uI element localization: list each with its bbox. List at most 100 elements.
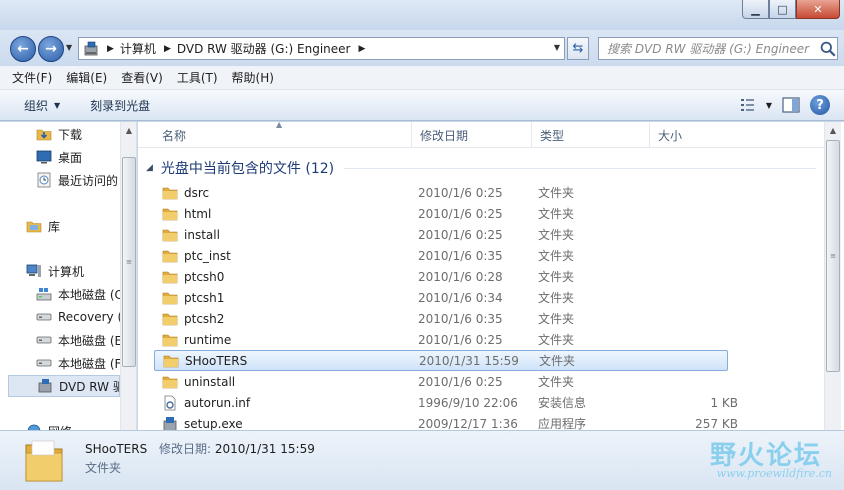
- file-name-cell[interactable]: SHooTERS: [163, 353, 247, 369]
- folder-icon: [162, 187, 178, 199]
- file-name: install: [184, 227, 220, 242]
- table-row[interactable]: ptcsh2 2010/1/6 0:35 文件夹: [154, 308, 728, 329]
- download-folder-icon: [36, 129, 52, 141]
- breadcrumb-dvd-drive[interactable]: DVD RW 驱动器 (G:) Engineer: [177, 40, 351, 57]
- file-name: dsrc: [184, 185, 210, 200]
- view-options-icon[interactable]: [740, 98, 756, 112]
- view-dropdown-icon[interactable]: ▼: [766, 101, 772, 110]
- arrow-right-icon: →: [45, 41, 57, 57]
- help-button[interactable]: ?: [810, 95, 830, 115]
- file-name-cell[interactable]: ptc_inst: [162, 248, 231, 264]
- folder-icon: [25, 440, 63, 482]
- menu-view[interactable]: 查看(V): [121, 69, 163, 86]
- group-title: 光盘中当前包含的文件 (12): [160, 161, 335, 177]
- column-header-name[interactable]: 名称: [154, 122, 412, 148]
- menu-help[interactable]: 帮助(H): [232, 69, 274, 86]
- file-name-cell[interactable]: html: [162, 206, 211, 222]
- file-name-cell[interactable]: autorun.inf: [162, 395, 250, 411]
- file-name-cell[interactable]: uninstall: [162, 374, 235, 390]
- sidebar-item-dvd-drive[interactable]: DVD RW 驱: [8, 375, 120, 397]
- organize-button[interactable]: 组织 ▼: [24, 97, 60, 114]
- column-header-type[interactable]: 类型: [532, 122, 650, 148]
- menu-file[interactable]: 文件(F): [12, 69, 52, 86]
- minimize-button[interactable]: ▁: [742, 0, 769, 19]
- scroll-up-icon[interactable]: ▲: [825, 122, 841, 139]
- file-type: 文件夹: [538, 207, 575, 221]
- file-name-cell[interactable]: dsrc: [162, 185, 209, 201]
- folder-icon: [162, 376, 178, 388]
- hard-drive-icon: [36, 313, 52, 321]
- search-box[interactable]: 搜索 DVD RW 驱动器 (G:) Engineer: [598, 37, 838, 60]
- search-icon[interactable]: [819, 40, 837, 58]
- file-name-cell[interactable]: runtime: [162, 332, 231, 348]
- file-size: 257 KB: [695, 416, 738, 431]
- table-row[interactable]: setup.exe 2009/12/17 1:36 应用程序 257 KB: [154, 413, 738, 431]
- file-name: ptcsh0: [184, 269, 225, 284]
- close-button[interactable]: ✕: [796, 0, 840, 19]
- table-row[interactable]: SHooTERS 2010/1/31 15:59 文件夹: [154, 350, 728, 371]
- menu-edit[interactable]: 编辑(E): [66, 69, 107, 86]
- sidebar-item-label: 桌面: [58, 150, 83, 165]
- file-name: setup.exe: [184, 416, 243, 431]
- details-modified-value: 2010/1/31 15:59: [214, 442, 315, 456]
- collapse-group-icon[interactable]: ◢: [146, 163, 153, 173]
- table-row[interactable]: html 2010/1/6 0:25 文件夹: [154, 203, 728, 224]
- folder-icon: [162, 334, 178, 346]
- recent-pages-dropdown-icon[interactable]: ▼: [66, 43, 72, 52]
- back-button[interactable]: ←: [10, 36, 36, 62]
- table-row[interactable]: dsrc 2010/1/6 0:25 文件夹: [154, 182, 728, 203]
- address-bar[interactable]: ▶ 计算机 ▶ DVD RW 驱动器 (G:) Engineer ▶ ▼: [78, 37, 565, 60]
- address-dropdown-icon[interactable]: ▼: [554, 43, 560, 52]
- breadcrumb-computer[interactable]: 计算机: [120, 40, 156, 57]
- organize-label: 组织: [24, 98, 49, 113]
- refresh-button[interactable]: ⇆: [567, 37, 589, 60]
- column-header-date[interactable]: 修改日期: [412, 122, 532, 148]
- file-size: 1 KB: [710, 395, 738, 410]
- table-row[interactable]: ptc_inst 2010/1/6 0:35 文件夹: [154, 245, 728, 266]
- file-name-cell[interactable]: setup.exe: [162, 416, 243, 431]
- column-header-size[interactable]: 大小: [650, 122, 824, 148]
- window-controls: ▁ □ ✕: [742, 0, 840, 19]
- scrollbar-thumb[interactable]: ≡: [826, 140, 840, 372]
- file-name-cell[interactable]: ptcsh2: [162, 311, 224, 327]
- file-date: 2009/12/17 1:36: [418, 416, 518, 431]
- group-divider: [344, 167, 816, 169]
- file-type: 文件夹: [538, 312, 575, 326]
- table-row[interactable]: uninstall 2010/1/6 0:25 文件夹: [154, 371, 728, 392]
- file-date: 2010/1/6 0:25: [418, 227, 503, 242]
- title-bar: ▁ □ ✕: [0, 0, 844, 30]
- file-name-cell[interactable]: install: [162, 227, 220, 243]
- scrollbar-thumb[interactable]: ≡: [122, 157, 136, 367]
- table-row[interactable]: ptcsh0 2010/1/6 0:28 文件夹: [154, 266, 728, 287]
- menu-tools[interactable]: 工具(T): [177, 69, 218, 86]
- file-date: 2010/1/6 0:35: [418, 311, 503, 326]
- forward-button[interactable]: →: [38, 36, 64, 62]
- breadcrumb-separator-icon: ▶: [107, 43, 114, 54]
- file-name-cell[interactable]: ptcsh1: [162, 290, 224, 306]
- recent-places-icon: [37, 172, 51, 188]
- file-list-scrollbar[interactable]: ▲ ≡: [824, 122, 841, 430]
- sidebar-item-label: DVD RW 驱: [59, 379, 120, 394]
- table-row[interactable]: install 2010/1/6 0:25 文件夹: [154, 224, 728, 245]
- file-type: 文件夹: [538, 291, 575, 305]
- file-list-pane: ▲ 名称 修改日期 类型 大小 ◢ 光盘中当前包含的文件 (12) dsrc 20…: [138, 122, 844, 430]
- sidebar-item-label: 本地磁盘 (E: [58, 333, 123, 348]
- table-row[interactable]: runtime 2010/1/6 0:25 文件夹: [154, 329, 728, 350]
- group-header[interactable]: ◢ 光盘中当前包含的文件 (12): [146, 158, 816, 178]
- file-name-cell[interactable]: ptcsh0: [162, 269, 224, 285]
- preview-pane-icon[interactable]: [782, 97, 800, 113]
- file-date: 2010/1/6 0:25: [418, 332, 503, 347]
- navigation-scrollbar[interactable]: ▲ ≡: [120, 122, 136, 430]
- search-input[interactable]: 搜索 DVD RW 驱动器 (G:) Engineer: [607, 40, 819, 57]
- scroll-up-icon[interactable]: ▲: [121, 122, 136, 139]
- burn-to-disc-button[interactable]: 刻录到光盘: [90, 97, 150, 114]
- installer-icon: [163, 416, 177, 430]
- table-row[interactable]: ptcsh1 2010/1/6 0:34 文件夹: [154, 287, 728, 308]
- maximize-button[interactable]: □: [769, 0, 796, 19]
- file-type: 文件夹: [538, 375, 575, 389]
- table-row[interactable]: autorun.inf 1996/9/10 22:06 安装信息 1 KB: [154, 392, 738, 413]
- address-row: ← → ▼ ▶ 计算机 ▶ DVD RW 驱动器 (G:) Engineer ▶…: [0, 30, 844, 66]
- file-date: 2010/1/31 15:59: [419, 353, 519, 368]
- sidebar-item-label: Recovery (: [58, 310, 123, 324]
- file-name: runtime: [184, 332, 232, 347]
